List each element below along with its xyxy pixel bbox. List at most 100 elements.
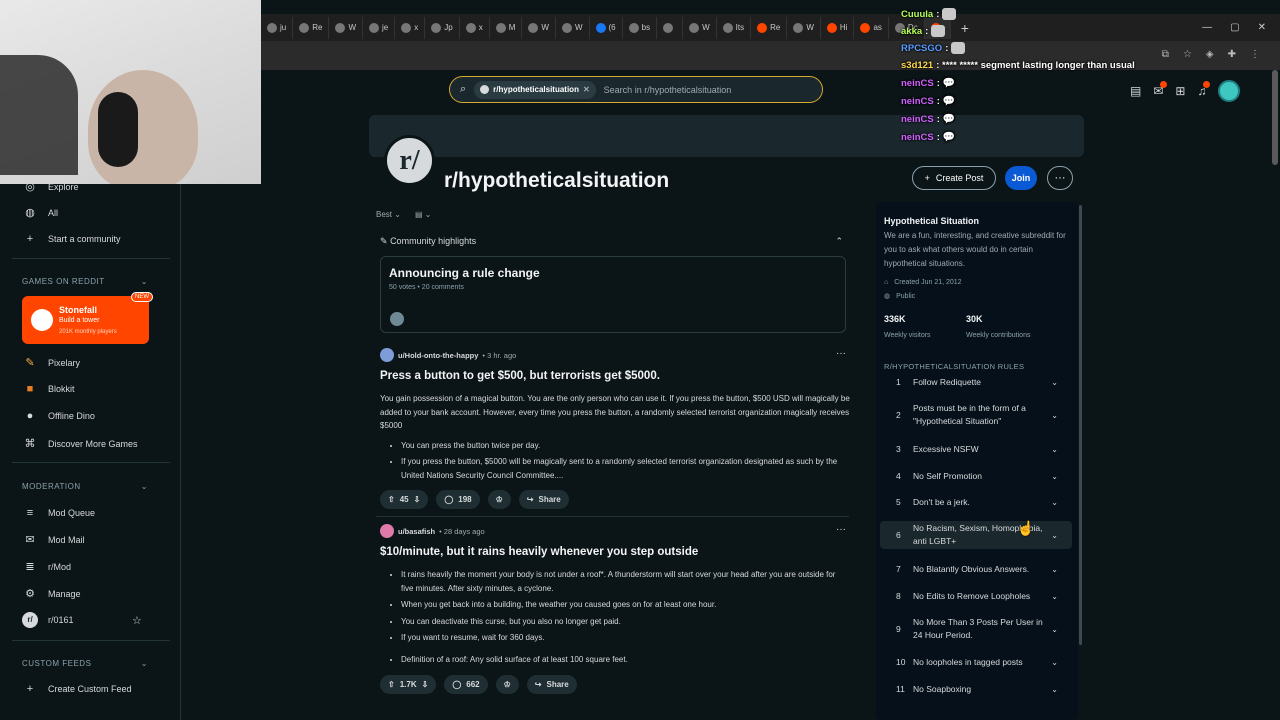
sidebar-item-discover-games[interactable]: ⌘ Discover More Games (22, 437, 138, 450)
create-post-button[interactable]: + Create Post (912, 166, 996, 190)
rule-item[interactable]: 2 Posts must be in the form of a "Hypothe… (880, 401, 1072, 429)
post-author[interactable]: u/basafish (398, 527, 435, 536)
rule-item[interactable]: 11 No Soapboxing ⌄ (880, 682, 1072, 696)
upvote-icon[interactable]: ⇧ (388, 680, 395, 689)
browser-tab[interactable]: je (363, 16, 396, 39)
sidebar-scrollbar[interactable] (1079, 205, 1082, 645)
sidebar-item-mod-queue[interactable]: ≡ Mod Queue (22, 507, 95, 519)
share-button[interactable]: ↪ Share (526, 675, 577, 694)
community-highlights-header[interactable]: ✎ Community highlights ⌃ (380, 236, 843, 247)
post-title[interactable]: $10/minute, but it rains heavily wheneve… (380, 546, 850, 558)
moderation-section-header[interactable]: MODERATION ⌄ (22, 482, 148, 491)
minimize-icon[interactable]: — (1202, 22, 1212, 33)
advertise-icon[interactable]: ▤ (1130, 84, 1141, 98)
rule-item[interactable]: 1 Follow Rediquette ⌄ (880, 375, 1072, 389)
search-input[interactable]: Search in r/hypotheticalsituation (604, 85, 732, 95)
browser-tab[interactable]: bs (623, 16, 658, 39)
browser-tab[interactable]: x (460, 16, 490, 39)
rule-item[interactable]: 5 Don't be a jerk. ⌄ (880, 495, 1072, 509)
browser-tab[interactable]: Jp (425, 16, 460, 39)
browser-tab[interactable]: W (556, 16, 590, 39)
chat-icon[interactable]: ✉ (1153, 81, 1168, 98)
post-title[interactable]: Press a button to get $500, but terroris… (380, 370, 850, 382)
close-window-icon[interactable]: ✕ (1258, 22, 1266, 33)
browser-tab[interactable]: Its (717, 16, 752, 39)
downvote-icon[interactable]: ⇩ (422, 680, 429, 689)
browser-tab[interactable] (657, 16, 684, 39)
browser-tab[interactable]: W (522, 16, 556, 39)
sidebar-item-blokkit[interactable]: ■ Blokkit (22, 383, 75, 395)
maximize-icon[interactable]: ▢ (1230, 22, 1239, 33)
post-card[interactable]: u/Hold-onto-the-happy • 3 hr. ago ··· Pr… (380, 348, 850, 485)
browser-tab[interactable]: W (683, 16, 717, 39)
sidebar-item-all[interactable]: ◍ All (22, 206, 58, 219)
puzzle-icon[interactable]: ✚ (1228, 49, 1236, 60)
close-icon[interactable]: ✕ (583, 85, 590, 94)
sidebar-item-r-0161[interactable]: r/ r/0161 (22, 612, 74, 628)
browser-tab[interactable]: Hi (821, 16, 855, 39)
custom-feeds-section-header[interactable]: CUSTOM FEEDS ⌄ (22, 659, 148, 668)
post-options-icon[interactable]: ··· (836, 348, 846, 359)
comments-button[interactable]: ◯ 662 (444, 675, 488, 694)
plus-icon: + (26, 683, 34, 695)
create-icon[interactable]: ⊞ (1175, 84, 1185, 98)
browser-tab[interactable]: ju (261, 16, 294, 39)
sort-dropdown[interactable]: Best ⌄ (376, 210, 401, 219)
post-options-icon[interactable]: ··· (836, 524, 846, 535)
sidebar-item-r-mod[interactable]: ≣ r/Mod (22, 560, 71, 573)
sidebar-item-pixelary[interactable]: ✎ Pixelary (22, 356, 80, 369)
search-community-chip[interactable]: r/hypotheticalsituation ✕ (474, 80, 596, 99)
rule-item[interactable]: 7 No Blatantly Obvious Answers. ⌄ (880, 562, 1072, 576)
extension-icon[interactable]: ⧉ (1162, 49, 1169, 60)
menu-icon[interactable]: ⋮ (1250, 49, 1260, 60)
notification-bell-icon[interactable]: ♫ (1197, 81, 1211, 98)
chevron-down-icon: ⌄ (1051, 471, 1058, 481)
share-button[interactable]: ↪ Share (518, 490, 569, 509)
award-button[interactable]: ♔ (495, 675, 519, 694)
game-card-stonefall[interactable]: Stonefall Build a tower 201K monthly pla… (22, 292, 153, 344)
avatar (380, 524, 394, 538)
rule-item[interactable]: 3 Excessive NSFW ⌄ (880, 442, 1072, 456)
sidebar-item-offline-dino[interactable]: ● Offline Dino (22, 410, 95, 422)
sidebar-item-explore[interactable]: ◎ Explore (22, 180, 78, 193)
comments-button[interactable]: ◯ 198 (436, 490, 480, 509)
sidebar-item-start-community[interactable]: + Start a community (22, 233, 121, 245)
globe-icon (793, 22, 804, 33)
browser-tab[interactable]: x (395, 16, 426, 39)
more-options-icon[interactable]: ··· (1047, 166, 1073, 190)
join-button[interactable]: Join (1005, 166, 1037, 190)
chat-username: s3d121 (901, 60, 934, 71)
chevron-up-icon[interactable]: ⌃ (835, 236, 843, 247)
games-section-header[interactable]: GAMES ON REDDIT ⌄ (22, 277, 148, 286)
browser-tab[interactable]: W (329, 16, 364, 39)
browser-tab[interactable]: W (787, 16, 821, 39)
page-scrollbar[interactable] (1272, 70, 1278, 165)
browser-tab[interactable]: (6 (590, 16, 623, 39)
rule-item[interactable]: 6 No Racism, Sexism, Homophobia, anti LGB… (880, 521, 1072, 549)
browser-tab[interactable]: M (490, 16, 523, 39)
rule-item[interactable]: 9 No More Than 3 Posts Per User in 24 Hou… (880, 615, 1072, 643)
view-toggle-icon[interactable]: ▤ ⌄ (415, 210, 431, 219)
highlight-card[interactable]: Announcing a rule change 50 votes • 20 c… (380, 256, 846, 333)
bookmark-star-icon[interactable]: ☆ (1183, 49, 1192, 60)
award-button[interactable]: ♔ (487, 490, 511, 509)
game-logo-icon (31, 309, 53, 331)
sidebar-item-create-custom-feed[interactable]: + Create Custom Feed (22, 683, 132, 695)
downvote-icon[interactable]: ⇩ (414, 495, 421, 504)
rule-item[interactable]: 4 No Self Promotion ⌄ (880, 469, 1072, 483)
favorite-star-icon[interactable]: ☆ (132, 614, 142, 627)
rule-item[interactable]: 10 No loopholes in tagged posts ⌄ (880, 655, 1072, 669)
upvote-icon[interactable]: ⇧ (388, 495, 395, 504)
sidebar-item-mod-mail[interactable]: ✉ Mod Mail (22, 533, 84, 546)
browser-tab[interactable]: Re (293, 16, 330, 39)
browser-tab[interactable]: as (854, 16, 889, 39)
post-author[interactable]: u/Hold-onto-the-happy (398, 351, 478, 360)
browser-tab[interactable]: Re (751, 16, 788, 39)
avatar[interactable] (1218, 80, 1241, 102)
rule-item[interactable]: 8 No Edits to Remove Loopholes ⌄ (880, 589, 1072, 603)
new-tab-button[interactable]: + (961, 20, 969, 36)
search-bar[interactable]: ⌕ r/hypotheticalsituation ✕ Search in r/… (449, 76, 823, 103)
extension-icon[interactable]: ◈ (1206, 49, 1214, 60)
sidebar-item-manage[interactable]: ⚙ Manage (22, 587, 80, 600)
post-card[interactable]: u/basafish • 28 days ago ··· $10/minute,… (380, 524, 850, 669)
